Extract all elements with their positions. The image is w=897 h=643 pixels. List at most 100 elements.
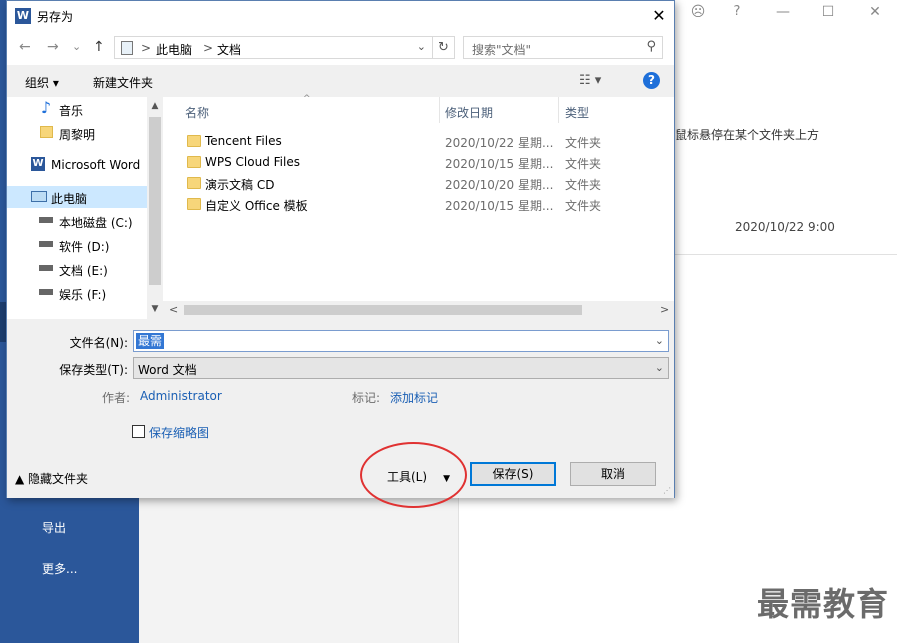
sidebar-item-drive-e[interactable]: 文档 (E:) — [7, 258, 147, 280]
chevron-down-icon[interactable]: ⌄ — [655, 334, 664, 347]
resize-grip-icon[interactable]: ⋰ — [663, 486, 671, 495]
sidebar-scrollbar[interactable]: ▲ ▼ — [147, 97, 163, 319]
breadcrumb-separator: > — [141, 41, 152, 55]
navigation-pane: ♪ 音乐 周黎明 W Microsoft Word 此电脑 本地磁盘 (C:) — [7, 97, 163, 319]
close-icon[interactable]: ✕ — [865, 4, 885, 20]
watermark: 最需教育 — [756, 585, 889, 623]
dialog-titlebar: W 另存为 ✕ — [7, 1, 674, 31]
cancel-button[interactable]: 取消 — [570, 462, 656, 486]
author-value[interactable]: Administrator — [140, 389, 222, 403]
computer-icon — [121, 41, 133, 55]
forward-icon[interactable]: → — [47, 39, 59, 55]
sidebar-item-drive-d[interactable]: 软件 (D:) — [7, 234, 147, 256]
sidebar-item-user-folder[interactable]: 周黎明 — [7, 122, 147, 144]
sidebar-item-label: 周黎明 — [59, 128, 96, 142]
scrollbar-thumb[interactable] — [149, 117, 161, 285]
filename-value: 最需 — [136, 333, 165, 349]
music-icon: ♪ — [40, 98, 52, 117]
command-bar: 组织 ▾ 新建文件夹 ☷ ▾ ? — [7, 65, 674, 97]
table-row[interactable]: WPS Cloud Files 2020/10/15 星期... 文件夹 — [163, 152, 674, 173]
sidebar-item-label: 本地磁盘 (C:) — [59, 216, 133, 230]
file-name: Tencent Files — [205, 134, 282, 148]
chevron-down-icon[interactable]: ⌄ — [417, 40, 426, 53]
tools-label: 工具(L) — [387, 470, 428, 484]
column-header-type[interactable]: 类型 — [559, 97, 674, 123]
backstage-recent-date: 2020/10/22 9:00 — [735, 220, 835, 234]
maximize-icon[interactable]: ☐ — [818, 4, 838, 20]
horizontal-scrollbar[interactable]: < > — [163, 301, 674, 319]
save-button[interactable]: 保存(S) — [470, 462, 556, 486]
author-label: 作者: — [102, 391, 131, 405]
up-icon[interactable]: ↑ — [93, 39, 105, 55]
scroll-left-icon[interactable]: < — [169, 303, 178, 316]
tools-button[interactable]: 工具(L) ▼ — [387, 468, 450, 485]
file-name: 自定义 Office 模板 — [205, 199, 308, 213]
chevron-down-icon[interactable]: ⌄ — [655, 361, 664, 374]
sidebar-item-label: Microsoft Word — [51, 158, 141, 172]
dialog-close-button[interactable]: ✕ — [644, 1, 674, 31]
scroll-up-icon[interactable]: ▲ — [147, 101, 163, 111]
file-date: 2020/10/15 星期... — [445, 199, 554, 213]
hide-folders-button[interactable]: ▲ 隐藏文件夹 — [15, 470, 88, 487]
filetype-label: 保存类型(T): — [59, 363, 128, 377]
word-icon: W — [31, 157, 45, 171]
breadcrumb-this-pc[interactable]: 此电脑 — [156, 41, 192, 58]
sidebar-item-drive-f[interactable]: 娱乐 (F:) — [7, 282, 147, 304]
save-thumbnail-label[interactable]: 保存缩略图 — [149, 424, 209, 441]
search-icon[interactable]: ⚲ — [646, 39, 656, 54]
minimize-icon[interactable]: — — [773, 4, 793, 20]
folder-icon — [187, 177, 201, 189]
help-icon[interactable]: ? — [727, 4, 747, 19]
save-thumbnail-checkbox[interactable] — [132, 425, 145, 438]
nav-bar: ← → ⌄ ↑ > 此电脑 > 文档 ⌄ ↻ 搜索"文档" ⚲ — [7, 31, 674, 65]
sidebar-item-this-pc[interactable]: 此电脑 — [7, 186, 147, 208]
table-row[interactable]: Tencent Files 2020/10/22 星期... 文件夹 — [163, 131, 674, 152]
file-date: 2020/10/22 星期... — [445, 136, 554, 150]
help-icon[interactable]: ? — [643, 72, 660, 89]
file-type: 文件夹 — [565, 178, 602, 192]
backstage-more[interactable]: 更多... — [42, 560, 77, 577]
sidebar-item-music[interactable]: ♪ 音乐 — [7, 98, 147, 120]
scrollbar-thumb[interactable] — [184, 305, 582, 315]
file-name: 演示文稿 CD — [205, 178, 275, 192]
scroll-down-icon[interactable]: ▼ — [147, 304, 163, 314]
address-bar[interactable]: > 此电脑 > 文档 ⌄ ↻ — [114, 36, 455, 59]
backstage-hint: 鼠标悬停在某个文件夹上方 — [675, 128, 820, 142]
file-list: ^ 名称 修改日期 类型 Tencent Files 2020/10/22 星期… — [163, 94, 674, 319]
add-tags-link[interactable]: 添加标记 — [390, 389, 438, 406]
view-options-icon[interactable]: ☷ ▾ — [579, 73, 601, 88]
back-icon[interactable]: ← — [19, 39, 31, 55]
file-date: 2020/10/15 星期... — [445, 157, 554, 171]
table-row[interactable]: 自定义 Office 模板 2020/10/15 星期... 文件夹 — [163, 194, 674, 215]
drive-icon — [39, 241, 53, 247]
new-folder-button[interactable]: 新建文件夹 — [93, 74, 153, 91]
column-header-name[interactable]: 名称 — [163, 97, 439, 123]
dialog-footer: ▲ 隐藏文件夹 工具(L) ▼ 保存(S) 取消 ⋰ — [7, 456, 674, 498]
filename-field[interactable]: 最需 ⌄ — [133, 330, 669, 352]
sidebar-item-microsoft-word[interactable]: W Microsoft Word — [7, 154, 147, 176]
search-input[interactable]: 搜索"文档" ⚲ — [463, 36, 663, 59]
refresh-icon[interactable]: ↻ — [432, 37, 454, 58]
file-type: 文件夹 — [565, 136, 602, 150]
backstage-divider-h — [674, 254, 897, 255]
folder-icon — [40, 126, 53, 138]
chevron-down-icon: ▼ — [443, 474, 450, 484]
sidebar-item-label: 文档 (E:) — [59, 264, 108, 278]
column-header-date[interactable]: 修改日期 — [440, 97, 558, 123]
filetype-select[interactable]: Word 文档 ⌄ — [133, 357, 669, 379]
file-name: WPS Cloud Files — [205, 155, 300, 169]
word-icon: W — [15, 8, 31, 24]
sidebar-item-label: 软件 (D:) — [59, 240, 110, 254]
breadcrumb-documents[interactable]: 文档 — [217, 41, 241, 58]
table-row[interactable]: 演示文稿 CD 2020/10/20 星期... 文件夹 — [163, 173, 674, 194]
drive-icon — [39, 265, 53, 271]
feedback-icon[interactable]: ☹ — [688, 4, 708, 20]
organize-button[interactable]: 组织 ▾ — [25, 74, 59, 91]
scroll-right-icon[interactable]: > — [660, 303, 669, 316]
recent-locations-icon[interactable]: ⌄ — [72, 40, 81, 53]
sidebar-item-drive-c[interactable]: 本地磁盘 (C:) — [7, 210, 147, 232]
backstage-export[interactable]: 导出 — [42, 519, 66, 536]
breadcrumb-separator: > — [203, 41, 214, 55]
folder-icon — [187, 135, 201, 147]
folder-icon — [187, 198, 201, 210]
